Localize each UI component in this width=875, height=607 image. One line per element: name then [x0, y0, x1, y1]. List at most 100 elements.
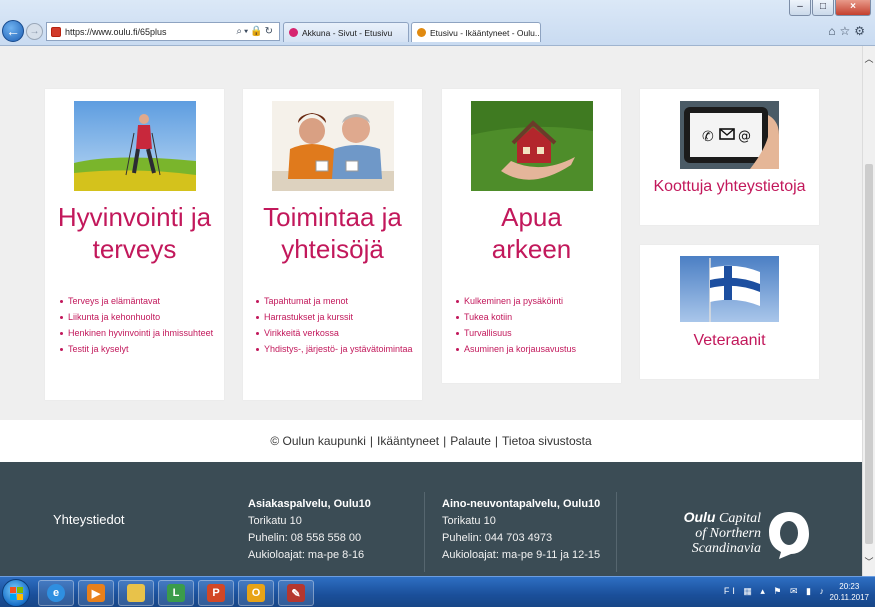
taskbar-powerpoint[interactable]: P: [198, 580, 234, 606]
svg-text:✆: ✆: [702, 129, 714, 145]
tietoa-sivustosta-link[interactable]: Tietoa sivustosta: [502, 434, 592, 448]
list-item[interactable]: Liikunta ja kehonhuolto: [60, 309, 213, 325]
browser-tools[interactable]: ⌂☆⚙: [828, 24, 869, 38]
separator: |: [443, 434, 447, 448]
card-koottuja-yhteystietoja[interactable]: ✆ @ Koottuja yhteystietoja: [640, 89, 819, 225]
list-item[interactable]: Henkinen hyvinvointi ja ihmissuhteet: [60, 325, 213, 341]
link-text[interactable]: Testit ja kyselyt: [68, 341, 129, 357]
link-text[interactable]: Terveys ja elämäntavat: [68, 293, 160, 309]
card-title[interactable]: Koottuja yhteystietoja: [640, 177, 819, 197]
taskbar-media-player[interactable]: ▶: [78, 580, 114, 606]
list-item[interactable]: Tukea kotiin: [456, 309, 576, 325]
footer-title: Yhteystiedot: [53, 512, 125, 527]
address-actions-icon[interactable]: ⌕▾🔒↻: [236, 26, 275, 37]
page-content: Hyvinvointi ja terveys Terveys ja elämän…: [0, 46, 862, 576]
list-item[interactable]: Kulkeminen ja pysäköinti: [456, 293, 576, 309]
separator: |: [494, 434, 499, 448]
card-title-text: Veteraanit: [693, 332, 766, 349]
card-title[interactable]: Toimintaa ja yhteisöjä: [243, 201, 422, 265]
card-link-list: Kulkeminen ja pysäköinti Tukea kotiin Tu…: [456, 293, 576, 357]
minimize-button[interactable]: –: [789, 0, 811, 16]
link-text[interactable]: Henkinen hyvinvointi ja ihmissuhteet: [68, 325, 213, 341]
link-text[interactable]: Tukea kotiin: [464, 309, 512, 325]
separator: |: [369, 434, 374, 448]
site-footer: Yhteystiedot Asiakaspalvelu, Oulu10 Tori…: [0, 462, 862, 576]
bullet-icon: [456, 347, 459, 351]
link-text[interactable]: Harrastukset ja kurssit: [264, 309, 353, 325]
close-button[interactable]: ×: [835, 0, 871, 16]
maximize-button[interactable]: □: [812, 0, 834, 16]
link-text[interactable]: Kulkeminen ja pysäköinti: [464, 293, 563, 309]
address-bar[interactable]: https://www.oulu.fi/65plus ⌕▾🔒↻: [46, 22, 280, 41]
bullet-icon: [60, 315, 63, 319]
link-text[interactable]: Tapahtumat ja menot: [264, 293, 348, 309]
home-icon[interactable]: ⌂: [828, 24, 839, 38]
card-title-text: Apua arkeen: [491, 202, 572, 264]
scroll-thumb[interactable]: [865, 164, 873, 544]
start-button[interactable]: [2, 579, 30, 607]
contact-phone[interactable]: Puhelin: 08 558 558 00: [248, 530, 371, 547]
taskbar-editor[interactable]: ✎: [278, 580, 314, 606]
palaute-link[interactable]: Palaute: [450, 434, 491, 448]
list-item[interactable]: Tapahtumat ja menot: [256, 293, 413, 309]
tab-etusivu[interactable]: Etusivu - Ikääntyneet - Oulu... ×: [411, 22, 541, 42]
card-image: [680, 256, 779, 322]
link-text[interactable]: Virikkeitä verkossa: [264, 325, 339, 341]
card-title[interactable]: Apua arkeen: [442, 201, 621, 265]
link-text[interactable]: Yhdistys-, järjestö- ja ystävätoimintaa: [264, 341, 413, 357]
taskbar-ie[interactable]: e: [38, 580, 74, 606]
list-item[interactable]: Terveys ja elämäntavat: [60, 293, 213, 309]
bullet-icon: [456, 331, 459, 335]
card-link-list: Tapahtumat ja menot Harrastukset ja kurs…: [256, 293, 413, 357]
card-hyvinvointi[interactable]: Hyvinvointi ja terveys Terveys ja elämän…: [45, 89, 224, 400]
card-title[interactable]: Veteraanit: [640, 331, 819, 351]
bullet-icon: [60, 299, 63, 303]
taskbar-explorer[interactable]: [118, 580, 154, 606]
oulu-logo[interactable]: Oulu Capital of Northern Scandinavia: [672, 506, 817, 572]
footer-links: © Oulun kaupunki | Ikääntyneet | Palaute | …: [0, 420, 862, 462]
card-veteraanit[interactable]: Veteraanit: [640, 245, 819, 379]
card-toimintaa[interactable]: Toimintaa ja yhteisöjä Tapahtumat ja men…: [243, 89, 422, 400]
tab-akkuna[interactable]: Akkuna - Sivut - Etusivu: [283, 22, 409, 42]
list-item[interactable]: Yhdistys-, järjestö- ja ystävätoimintaa: [256, 341, 413, 357]
list-item[interactable]: Harrastukset ja kurssit: [256, 309, 413, 325]
list-item[interactable]: Virikkeitä verkossa: [256, 325, 413, 341]
internet-explorer-icon: e: [47, 584, 65, 602]
forward-button[interactable]: →: [26, 23, 43, 40]
language-indicator[interactable]: FI: [724, 586, 738, 596]
contact-hours: Aukioloajat: ma-pe 8-16: [248, 549, 365, 561]
contact-address: Torikatu 10: [248, 515, 302, 527]
vertical-scrollbar[interactable]: ︿ ﹀: [862, 46, 875, 576]
link-text[interactable]: Turvallisuus: [464, 325, 512, 341]
site-favicon-icon: [51, 26, 61, 37]
copyright-link[interactable]: © Oulun kaupunki: [270, 434, 366, 448]
folder-icon: [127, 584, 145, 602]
tray-icons[interactable]: ▦ ▴ ⚑ ✉ ▮ ♪: [743, 586, 827, 596]
list-item[interactable]: Testit ja kyselyt: [60, 341, 213, 357]
taskbar-outlook[interactable]: O: [238, 580, 274, 606]
system-tray[interactable]: FI ▦ ▴ ⚑ ✉ ▮ ♪: [724, 586, 827, 597]
pen-icon: ✎: [287, 584, 305, 602]
taskbar-app[interactable]: L: [158, 580, 194, 606]
card-image: [74, 101, 196, 191]
contact-phone[interactable]: Puhelin: 044 703 4973: [442, 530, 600, 547]
card-title-text: Hyvinvointi ja terveys: [57, 202, 212, 264]
settings-gear-icon[interactable]: ⚙: [854, 24, 869, 38]
link-text[interactable]: Asuminen ja korjausavustus: [464, 341, 576, 357]
footer-divider: [616, 492, 617, 572]
address-url[interactable]: https://www.oulu.fi/65plus: [65, 27, 236, 37]
clock[interactable]: 20:23 20.11.2017: [830, 581, 869, 603]
list-item[interactable]: Turvallisuus: [456, 325, 576, 341]
contact-asiakaspalvelu: Asiakaspalvelu, Oulu10 Torikatu 10 Puhel…: [248, 496, 371, 564]
card-title[interactable]: Hyvinvointi ja terveys: [45, 201, 224, 265]
link-text[interactable]: Liikunta ja kehonhuolto: [68, 309, 160, 325]
scroll-up-icon[interactable]: ︿: [863, 52, 875, 65]
card-apua-arkeen[interactable]: Apua arkeen Kulkeminen ja pysäköinti Tuk…: [442, 89, 621, 383]
ikaantyneet-link[interactable]: Ikääntyneet: [377, 434, 439, 448]
back-button[interactable]: ←: [2, 20, 24, 42]
favorites-star-icon[interactable]: ☆: [839, 24, 854, 38]
list-item[interactable]: Asuminen ja korjausavustus: [456, 341, 576, 357]
scroll-down-icon[interactable]: ﹀: [863, 555, 875, 568]
tab-label: Etusivu - Ikääntyneet - Oulu...: [430, 27, 541, 38]
card-title-text: Toimintaa ja yhteisöjä: [263, 202, 402, 264]
